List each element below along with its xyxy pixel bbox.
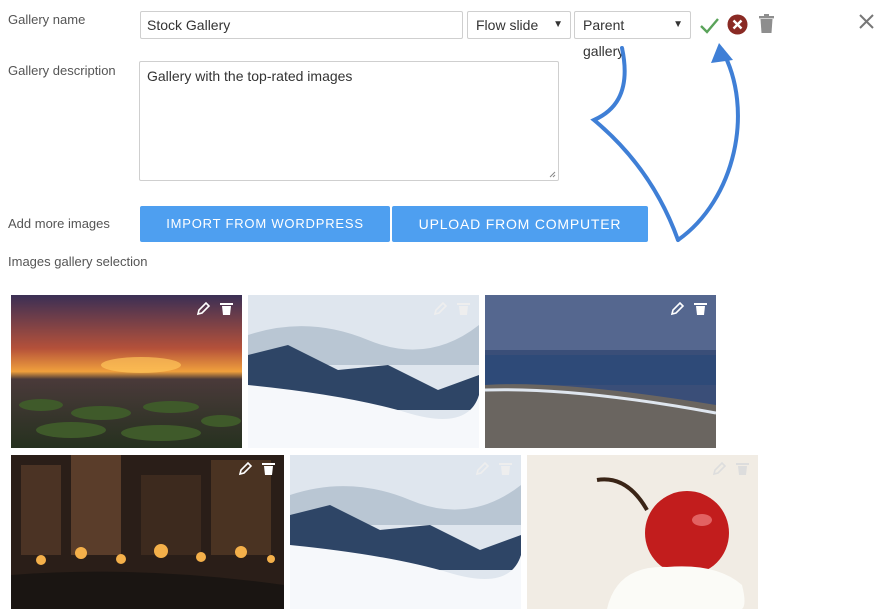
gallery-description-label: Gallery description [8, 63, 116, 78]
edit-icon[interactable] [196, 301, 211, 316]
upload-from-computer-button[interactable]: UPLOAD FROM COMPUTER [392, 206, 648, 242]
edit-icon[interactable] [475, 461, 490, 476]
trash-icon[interactable] [261, 461, 276, 476]
trash-icon[interactable] [456, 301, 471, 316]
gallery-description-text: Gallery with the top-rated images [147, 68, 353, 84]
gallery-description-textarea[interactable]: Gallery with the top-rated images [139, 61, 559, 181]
edit-icon[interactable] [670, 301, 685, 316]
gallery-image[interactable] [248, 295, 479, 448]
gallery-name-label: Gallery name [8, 12, 86, 27]
trash-icon[interactable] [758, 14, 775, 34]
trash-icon[interactable] [735, 461, 750, 476]
gallery-image[interactable] [11, 295, 242, 448]
edit-icon[interactable] [238, 461, 253, 476]
layout-select[interactable]: Flow slide ▼ [467, 11, 571, 39]
gallery-image[interactable] [485, 295, 716, 448]
add-images-label: Add more images [8, 216, 110, 231]
chevron-down-icon: ▼ [673, 19, 683, 30]
gallery-name-input[interactable]: Stock Gallery [140, 11, 463, 39]
cancel-circle-icon[interactable] [727, 14, 748, 35]
trash-icon[interactable] [693, 301, 708, 316]
trash-icon[interactable] [498, 461, 513, 476]
parent-gallery-select-value: Parent gallery [583, 17, 625, 59]
sunset-image [11, 295, 242, 448]
parent-gallery-select[interactable]: Parent gallery ▼ [574, 11, 691, 59]
edit-icon[interactable] [712, 461, 727, 476]
trash-icon[interactable] [219, 301, 234, 316]
import-from-wordpress-button[interactable]: IMPORT FROM WORDPRESS [140, 206, 390, 242]
snow-mountain-image [248, 295, 479, 448]
cherry-image [527, 455, 758, 609]
selection-label: Images gallery selection [8, 254, 148, 269]
gallery-image[interactable] [11, 455, 284, 609]
close-icon[interactable] [858, 13, 875, 30]
gallery-image[interactable] [290, 455, 521, 609]
resize-grip-icon[interactable] [549, 171, 556, 178]
gallery-image[interactable] [527, 455, 758, 609]
chevron-down-icon: ▼ [553, 19, 563, 30]
snow-mountain-image [290, 455, 521, 609]
stormy-sea-image [485, 295, 716, 448]
city-lights-image [11, 455, 284, 609]
check-icon[interactable] [698, 14, 720, 36]
layout-select-value: Flow slide [476, 17, 539, 33]
edit-icon[interactable] [433, 301, 448, 316]
